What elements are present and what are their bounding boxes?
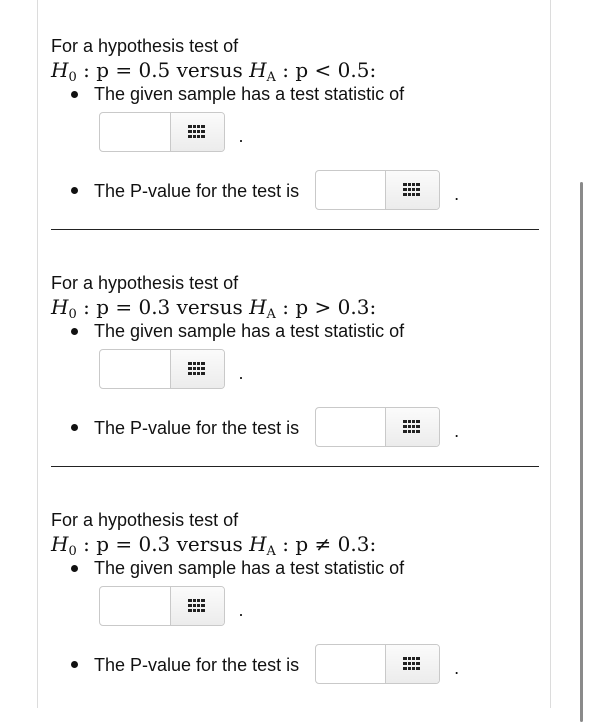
keypad-grid-icon xyxy=(188,362,205,375)
hypothesis-statement: H0 : p = 0.5 versus HA : p < 0.5: xyxy=(51,57,541,84)
bullet-icon xyxy=(71,565,78,572)
keypad-button[interactable] xyxy=(385,645,440,683)
bullet-icon xyxy=(71,187,78,194)
h0-symbol: H xyxy=(51,532,69,556)
hypothesis-statement: H0 : p = 0.3 versus HA : p ≠ 0.3: xyxy=(51,531,541,558)
keypad-grid-icon xyxy=(403,420,421,433)
bullet-icon xyxy=(71,91,78,98)
period-text: . xyxy=(454,658,460,678)
p-value-answer-box xyxy=(315,407,441,447)
test-statistic-input[interactable] xyxy=(100,587,170,625)
ha-symbol: H xyxy=(249,532,267,556)
keypad-grid-icon xyxy=(188,599,205,612)
ha-symbol: H xyxy=(249,58,267,82)
test-statistic-answer-box xyxy=(99,349,225,389)
test-statistic-item: The given sample has a test statistic of xyxy=(51,320,541,342)
period-text: . xyxy=(238,126,244,146)
hypothesis-statement: H0 : p = 0.3 versus HA : p > 0.3: xyxy=(51,294,541,321)
p-value-input[interactable] xyxy=(316,645,387,683)
period-text: . xyxy=(454,184,460,204)
question-intro: For a hypothesis test of xyxy=(51,510,239,530)
test-statistic-answer-row: . xyxy=(51,349,541,391)
keypad-button[interactable] xyxy=(385,408,440,446)
keypad-grid-icon xyxy=(403,657,421,670)
p-value-item: The P-value for the test is . xyxy=(51,407,541,449)
test-statistic-label: The given sample has a test statistic of xyxy=(94,321,405,341)
keypad-button[interactable] xyxy=(385,171,440,209)
period-text: . xyxy=(238,363,244,383)
p-value-input[interactable] xyxy=(316,171,387,209)
question-1: For a hypothesis test of H0 : p = 0.5 ve… xyxy=(51,36,541,212)
p-value-answer-box xyxy=(315,170,441,210)
p-value-label: The P-value for the test is xyxy=(94,181,300,201)
test-statistic-answer-box xyxy=(99,112,225,152)
p-value-input[interactable] xyxy=(316,408,387,446)
h0-text: : p = 0.3 versus xyxy=(76,295,250,319)
p-value-item: The P-value for the test is . xyxy=(51,170,541,212)
ha-text: : p < 0.5: xyxy=(275,58,377,82)
question-3: For a hypothesis test of H0 : p = 0.3 ve… xyxy=(51,510,541,686)
period-text: . xyxy=(238,600,244,620)
test-statistic-answer-row: . xyxy=(51,586,541,628)
test-statistic-input[interactable] xyxy=(100,113,170,151)
p-value-label: The P-value for the test is xyxy=(94,655,300,675)
keypad-grid-icon xyxy=(403,183,421,196)
bullet-icon xyxy=(71,424,78,431)
p-value-item: The P-value for the test is . xyxy=(51,644,541,686)
p-value-label: The P-value for the test is xyxy=(94,418,300,438)
h0-text: : p = 0.3 versus xyxy=(76,532,250,556)
test-statistic-label: The given sample has a test statistic of xyxy=(94,558,405,578)
period-text: . xyxy=(454,421,460,441)
keypad-button[interactable] xyxy=(170,350,224,388)
ha-text: : p > 0.3: xyxy=(275,295,377,319)
test-statistic-label: The given sample has a test statistic of xyxy=(94,84,405,104)
question-intro: For a hypothesis test of xyxy=(51,273,239,293)
test-statistic-item: The given sample has a test statistic of xyxy=(51,557,541,579)
keypad-button[interactable] xyxy=(170,113,224,151)
section-divider xyxy=(51,466,539,467)
h0-text: : p = 0.5 versus xyxy=(76,58,250,82)
ha-symbol: H xyxy=(249,295,267,319)
test-statistic-item: The given sample has a test statistic of xyxy=(51,83,541,105)
h0-symbol: H xyxy=(51,295,69,319)
h0-symbol: H xyxy=(51,58,69,82)
p-value-answer-box xyxy=(315,644,441,684)
section-divider xyxy=(51,229,539,230)
question-2: For a hypothesis test of H0 : p = 0.3 ve… xyxy=(51,273,541,449)
bullet-icon xyxy=(71,661,78,668)
scrollbar[interactable] xyxy=(580,182,583,722)
question-intro: For a hypothesis test of xyxy=(51,36,239,56)
test-statistic-input[interactable] xyxy=(100,350,170,388)
page: For a hypothesis test of H0 : p = 0.5 ve… xyxy=(0,0,591,722)
test-statistic-answer-box xyxy=(99,586,225,626)
ha-text: : p ≠ 0.3: xyxy=(275,532,377,556)
test-statistic-answer-row: . xyxy=(51,112,541,154)
keypad-button[interactable] xyxy=(170,587,224,625)
bullet-icon xyxy=(71,328,78,335)
keypad-grid-icon xyxy=(188,125,205,138)
